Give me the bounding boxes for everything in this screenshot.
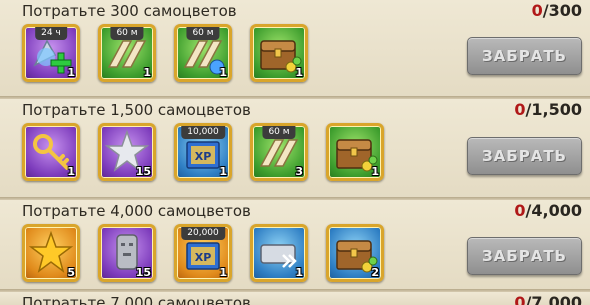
reward-quantity: 3	[295, 165, 303, 178]
progress-goal: 300	[548, 1, 582, 20]
task-title: Потратьте 7,000 самоцветов	[22, 294, 251, 305]
reward-item[interactable]: 1	[250, 24, 308, 82]
reward-item[interactable]: 1	[22, 123, 80, 181]
progress-current: 0	[531, 1, 543, 20]
reward-item[interactable]: 24 ч 1	[22, 24, 80, 82]
svg-text:XP: XP	[195, 150, 212, 163]
reward-quantity: 1	[371, 165, 379, 178]
reward-quantity: 1	[219, 266, 227, 279]
reward-item[interactable]: 15	[98, 224, 156, 282]
task-title: Потратьте 300 самоцветов	[22, 2, 237, 20]
reward-quantity: 1	[295, 266, 303, 279]
reward-quantity: 5	[67, 266, 75, 279]
reward-item[interactable]: 60 м 1	[98, 24, 156, 82]
task-progress: 0/300	[532, 1, 582, 20]
progress-goal: 1,500	[531, 100, 582, 119]
reward-item[interactable]: 1	[250, 224, 308, 282]
reward-duration-tag: 24 ч	[35, 27, 67, 40]
reward-item[interactable]: 60 м 1	[174, 24, 232, 82]
reward-item[interactable]: XP 10,000 1	[174, 123, 232, 181]
reward-quantity: 1	[219, 165, 227, 178]
task-row-1: Потратьте 300 самоцветов 0/300 24 ч 1 60…	[0, 0, 590, 98]
task-title: Потратьте 1,500 самоцветов	[22, 101, 251, 119]
task-row-2: Потратьте 1,500 самоцветов 0/1,500 1 15 …	[0, 99, 590, 199]
reward-quantity: 1	[67, 66, 75, 79]
claim-button[interactable]: ЗАБРАТЬ	[467, 37, 582, 75]
reward-amount-tag: 20,000	[181, 227, 225, 240]
reward-quantity: 1	[143, 66, 151, 79]
reward-quantity: 1	[219, 66, 227, 79]
reward-quantity: 2	[371, 266, 379, 279]
reward-item[interactable]: 2	[326, 224, 384, 282]
reward-duration-tag: 60 м	[110, 27, 144, 40]
reward-amount-tag: 10,000	[181, 126, 225, 139]
reward-quantity: 15	[135, 266, 151, 279]
reward-duration-tag: 60 м	[262, 126, 296, 139]
task-row-3: Потратьте 4,000 самоцветов 0/4,000 5 15 …	[0, 200, 590, 290]
progress-goal: 4,000	[531, 201, 582, 220]
reward-quantity: 1	[295, 66, 303, 79]
reward-item[interactable]: 60 м 3	[250, 123, 308, 181]
reward-item[interactable]: 15	[98, 123, 156, 181]
reward-item[interactable]: 1	[326, 123, 384, 181]
task-progress: 0/7,000	[514, 293, 582, 305]
claim-button[interactable]: ЗАБРАТЬ	[467, 137, 582, 175]
task-progress: 0/4,000	[514, 201, 582, 220]
reward-item[interactable]: XP 20,000 1	[174, 224, 232, 282]
task-progress: 0/1,500	[514, 100, 582, 119]
task-title: Потратьте 4,000 самоцветов	[22, 202, 251, 220]
progress-current: 0	[514, 100, 526, 119]
svg-text:XP: XP	[195, 251, 212, 264]
reward-quantity: 15	[135, 165, 151, 178]
reward-duration-tag: 60 м	[186, 27, 220, 40]
claim-button[interactable]: ЗАБРАТЬ	[467, 237, 582, 275]
reward-item[interactable]: 5	[22, 224, 80, 282]
reward-quantity: 1	[67, 165, 75, 178]
progress-current: 0	[514, 201, 526, 220]
task-row-4: Потратьте 7,000 самоцветов 0/7,000	[0, 292, 590, 305]
progress-goal: 7,000	[531, 293, 582, 305]
progress-current: 0	[514, 293, 526, 305]
